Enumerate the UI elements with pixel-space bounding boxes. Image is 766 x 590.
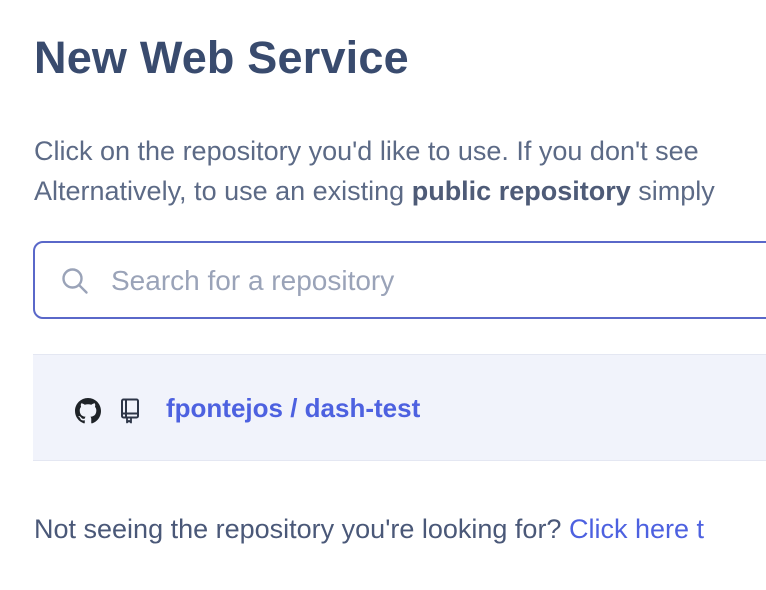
search-icon [62, 268, 88, 294]
book-icon [121, 398, 139, 424]
intro-text: Click on the repository you'd like to us… [34, 131, 715, 211]
intro-line-2-suffix: simply [630, 176, 715, 206]
intro-line-2-prefix: Alternatively, to use an existing [34, 176, 412, 206]
repository-search-input[interactable] [111, 259, 766, 303]
repository-list-item[interactable]: fpontejos / dash-test [33, 354, 766, 461]
github-icon [75, 398, 101, 424]
page-title: New Web Service [34, 32, 409, 83]
intro-line-1: Click on the repository you'd like to us… [34, 136, 699, 166]
footer-help-text: Not seeing the repository you're looking… [34, 514, 704, 545]
click-here-link[interactable]: Click here t [569, 514, 704, 544]
repository-name-link[interactable]: fpontejos / dash-test [166, 393, 420, 424]
intro-line-2: Alternatively, to use an existing public… [34, 171, 715, 211]
repository-search-box[interactable] [33, 241, 766, 319]
footer-prompt: Not seeing the repository you're looking… [34, 514, 569, 544]
public-repository-emphasis: public repository [411, 176, 631, 206]
